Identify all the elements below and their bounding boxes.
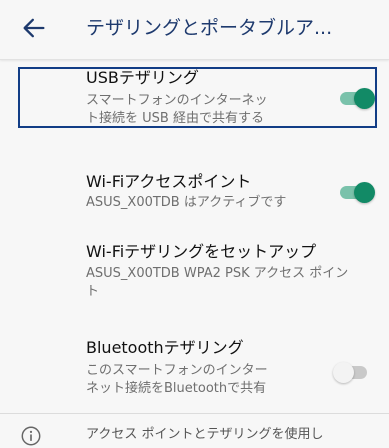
info-text: アクセス ポイントとテザリングを使用し <box>86 427 324 442</box>
wifi-hotspot-toggle[interactable] <box>338 180 378 204</box>
wifi-setup-subtitle-line2: ト <box>86 284 100 299</box>
divider <box>0 413 389 414</box>
bluetooth-tethering-title: Bluetoothテザリング <box>86 338 244 357</box>
info-icon <box>21 426 41 446</box>
wifi-setup-subtitle-line1: ASUS_X00TDB WPA2 PSK アクセス ポイン <box>86 266 349 281</box>
wifi-setup-item[interactable]: Wi-Fiテザリングをセットアップ ASUS_X00TDB WPA2 PSK ア… <box>0 229 389 309</box>
back-arrow-icon[interactable] <box>20 14 48 42</box>
bluetooth-tethering-subtitle-line1: このスマートフォンのインター <box>86 363 268 378</box>
settings-list: USBテザリング スマートフォンのインターネッ ト接続を USB 経由で共有する… <box>0 61 389 448</box>
highlight-box <box>18 67 377 128</box>
page-title: テザリングとポータブルア... <box>86 17 333 39</box>
bluetooth-tethering-subtitle-line2: ネット接続をBluetoothで共有 <box>86 381 267 396</box>
bluetooth-tethering-item[interactable]: Bluetoothテザリング このスマートフォンのインター ネット接続をBlue… <box>0 329 389 409</box>
wifi-setup-title: Wi-Fiテザリングをセットアップ <box>86 242 317 261</box>
toggle-thumb <box>354 182 375 203</box>
toggle-thumb <box>333 362 354 383</box>
bluetooth-tethering-toggle[interactable] <box>333 360 373 384</box>
wifi-hotspot-subtitle: ASUS_X00TDB はアクティブです <box>86 195 287 210</box>
app-bar: テザリングとポータブルア... <box>0 0 389 60</box>
wifi-hotspot-item[interactable]: Wi-Fiアクセスポイント ASUS_X00TDB はアクティブです <box>0 157 389 217</box>
wifi-hotspot-title: Wi-Fiアクセスポイント <box>86 172 252 191</box>
usb-tethering-item[interactable]: USBテザリング スマートフォンのインターネッ ト接続を USB 経由で共有する <box>0 61 389 133</box>
